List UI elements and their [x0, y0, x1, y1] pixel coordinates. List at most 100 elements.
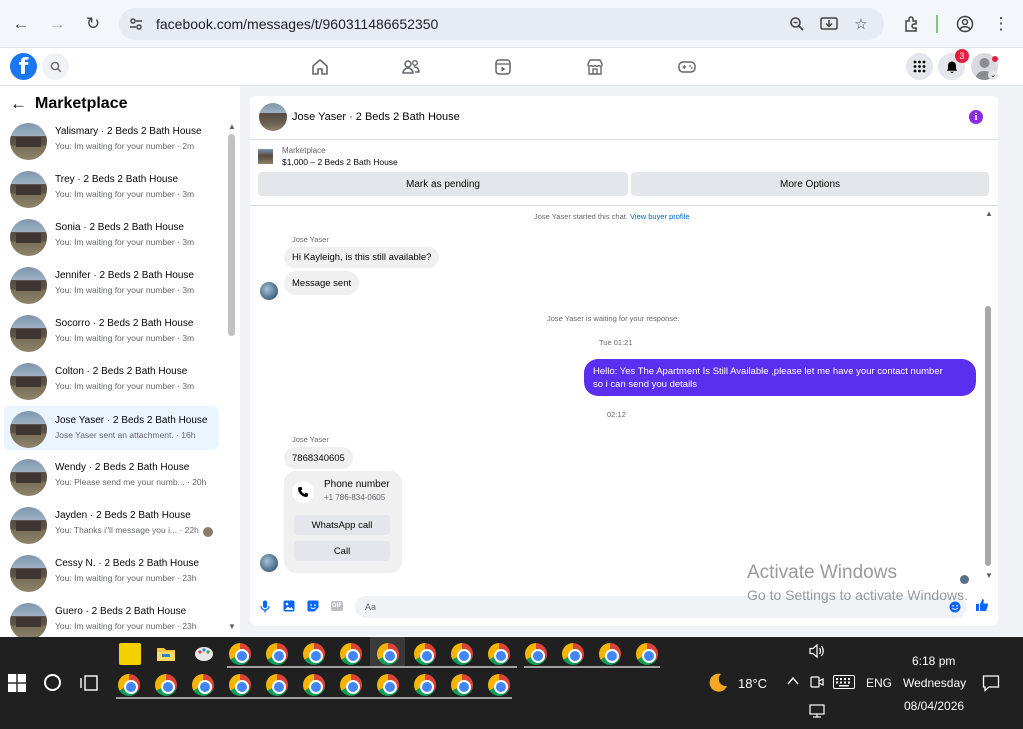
sticker-icon[interactable]	[306, 599, 320, 613]
call-button[interactable]: Call	[294, 541, 390, 561]
conversation-list-scrollbar[interactable]	[228, 134, 235, 336]
chrome-icon[interactable]	[525, 643, 547, 665]
volume-icon[interactable]	[808, 643, 826, 662]
site-settings-icon[interactable]	[127, 15, 145, 33]
thumbs-up-icon[interactable]	[975, 598, 989, 612]
sticky-notes-icon[interactable]	[119, 643, 141, 665]
scroll-up-arrow-icon[interactable]: ▲	[228, 122, 236, 131]
chrome-icon[interactable]	[229, 674, 251, 696]
chrome-icon[interactable]	[266, 674, 288, 696]
clock-date[interactable]: 08/04/2026	[904, 699, 964, 713]
zoom-icon[interactable]	[787, 14, 807, 34]
chevron-up-icon[interactable]	[786, 674, 800, 691]
chrome-icon[interactable]	[266, 643, 288, 665]
incoming-message[interactable]: Message sent	[284, 271, 360, 295]
whatsapp-call-button[interactable]: WhatsApp call	[294, 515, 390, 535]
install-app-icon[interactable]	[819, 14, 839, 34]
gif-icon[interactable]: GIF	[330, 599, 344, 613]
windows-start-icon[interactable]	[8, 674, 26, 692]
more-options-button[interactable]: More Options	[631, 172, 989, 196]
chrome-icon[interactable]	[451, 674, 473, 696]
keyboard-icon[interactable]	[833, 675, 855, 692]
chat-scroll-up-icon[interactable]: ▲	[985, 209, 993, 218]
browser-menu-icon[interactable]: ⋮	[989, 12, 1013, 36]
weather-temperature[interactable]: 18°C	[738, 676, 767, 691]
sender-avatar[interactable]	[260, 554, 278, 572]
chrome-icon[interactable]	[118, 674, 140, 696]
chrome-icon[interactable]	[377, 674, 399, 696]
home-icon[interactable]	[309, 56, 331, 78]
conversation-item[interactable]: Sonia · 2 Beds 2 Bath House You: Im wait…	[4, 217, 219, 261]
left-panel-header: ← Marketplace	[10, 94, 128, 114]
conversation-item[interactable]: Jayden · 2 Beds 2 Bath House You: Thanks…	[4, 505, 219, 549]
file-explorer-icon[interactable]	[155, 643, 177, 665]
conversation-item[interactable]: Socorro · 2 Beds 2 Bath House You: Im wa…	[4, 313, 219, 357]
chrome-icon[interactable]	[155, 674, 177, 696]
panel-title: Marketplace	[35, 95, 128, 112]
back-arrow-icon[interactable]: ←	[10, 94, 27, 114]
conversation-item[interactable]: Cessy N. · 2 Beds 2 Bath House You: Im w…	[4, 553, 219, 597]
chrome-icon[interactable]	[340, 674, 362, 696]
search-icon[interactable]	[42, 53, 69, 80]
outgoing-message[interactable]: Hello: Yes The Apartment Is Still Availa…	[584, 359, 976, 396]
chrome-icon-active[interactable]	[377, 643, 399, 665]
clock-day[interactable]: Wednesday	[903, 676, 966, 690]
action-center-icon[interactable]	[982, 674, 1000, 695]
chrome-icon[interactable]	[599, 643, 621, 665]
conversation-item[interactable]: Yalismary · 2 Beds 2 Bath House You: Im …	[4, 121, 219, 165]
incoming-message[interactable]: Hi Kayleigh, is this still available?	[284, 247, 440, 268]
reload-icon[interactable]: ↻	[81, 12, 105, 36]
meet-now-icon[interactable]	[809, 674, 825, 693]
gaming-icon[interactable]	[676, 56, 698, 78]
address-bar[interactable]: facebook.com/messages/t/960311486652350 …	[119, 8, 884, 40]
view-buyer-profile-link[interactable]: View buyer profile	[630, 212, 689, 221]
search-circle-icon[interactable]	[44, 674, 61, 691]
url-text[interactable]: facebook.com/messages/t/960311486652350	[156, 16, 438, 32]
conversation-item[interactable]: Jennifer · 2 Beds 2 Bath House You: Im w…	[4, 265, 219, 309]
chrome-icon[interactable]	[192, 674, 214, 696]
network-icon[interactable]	[809, 704, 825, 721]
chrome-icon[interactable]	[636, 643, 658, 665]
chrome-icon[interactable]	[340, 643, 362, 665]
chat-scroll-down-icon[interactable]: ▼	[985, 571, 993, 580]
task-view-icon[interactable]	[80, 674, 98, 695]
chat-scrollbar[interactable]	[985, 306, 991, 566]
chrome-icon[interactable]	[451, 643, 473, 665]
chrome-icon[interactable]	[562, 643, 584, 665]
menu-grid-icon[interactable]	[906, 53, 933, 80]
chrome-icon[interactable]	[303, 674, 325, 696]
weather-moon-icon[interactable]	[706, 671, 730, 695]
conversation-item-active[interactable]: Jose Yaser · 2 Beds 2 Bath House Jose Ya…	[4, 406, 219, 450]
photo-icon[interactable]	[282, 599, 296, 613]
bookmark-star-icon[interactable]: ☆	[851, 14, 871, 34]
extensions-icon[interactable]	[900, 12, 924, 36]
conversation-item[interactable]: Colton · 2 Beds 2 Bath House You: Im wai…	[4, 361, 219, 405]
chrome-icon[interactable]	[229, 643, 251, 665]
clock-time[interactable]: 6:18 pm	[912, 654, 955, 668]
video-icon[interactable]	[492, 56, 514, 78]
input-language[interactable]: ENG	[866, 676, 892, 690]
marketplace-icon[interactable]	[584, 56, 606, 78]
conversation-item[interactable]: Wendy · 2 Beds 2 Bath House You: Please …	[4, 457, 219, 501]
scroll-down-arrow-icon[interactable]: ▼	[228, 622, 236, 631]
incoming-message[interactable]: 7868340605	[284, 447, 353, 469]
back-icon[interactable]: ←	[9, 12, 33, 36]
sender-avatar[interactable]	[260, 282, 278, 300]
chat-listing-avatar[interactable]	[259, 103, 287, 131]
chrome-icon[interactable]	[488, 674, 510, 696]
chat-title[interactable]: Jose Yaser · 2 Beds 2 Bath House	[292, 111, 460, 123]
conversation-item[interactable]: Trey · 2 Beds 2 Bath House You: Im waiti…	[4, 169, 219, 213]
chrome-icon[interactable]	[488, 643, 510, 665]
chrome-icon[interactable]	[414, 643, 436, 665]
chrome-icon[interactable]	[414, 674, 436, 696]
forward-icon[interactable]: →	[45, 12, 69, 36]
chevron-down-icon[interactable]: ⌄	[988, 70, 998, 80]
chrome-icon[interactable]	[303, 643, 325, 665]
friends-icon[interactable]	[400, 56, 422, 78]
info-icon[interactable]: i	[969, 110, 983, 124]
microphone-icon[interactable]	[258, 599, 272, 613]
mark-as-pending-button[interactable]: Mark as pending	[258, 172, 628, 196]
profile-icon[interactable]	[953, 12, 977, 36]
paint-icon[interactable]	[193, 643, 215, 665]
facebook-logo-icon[interactable]: f	[10, 53, 37, 80]
